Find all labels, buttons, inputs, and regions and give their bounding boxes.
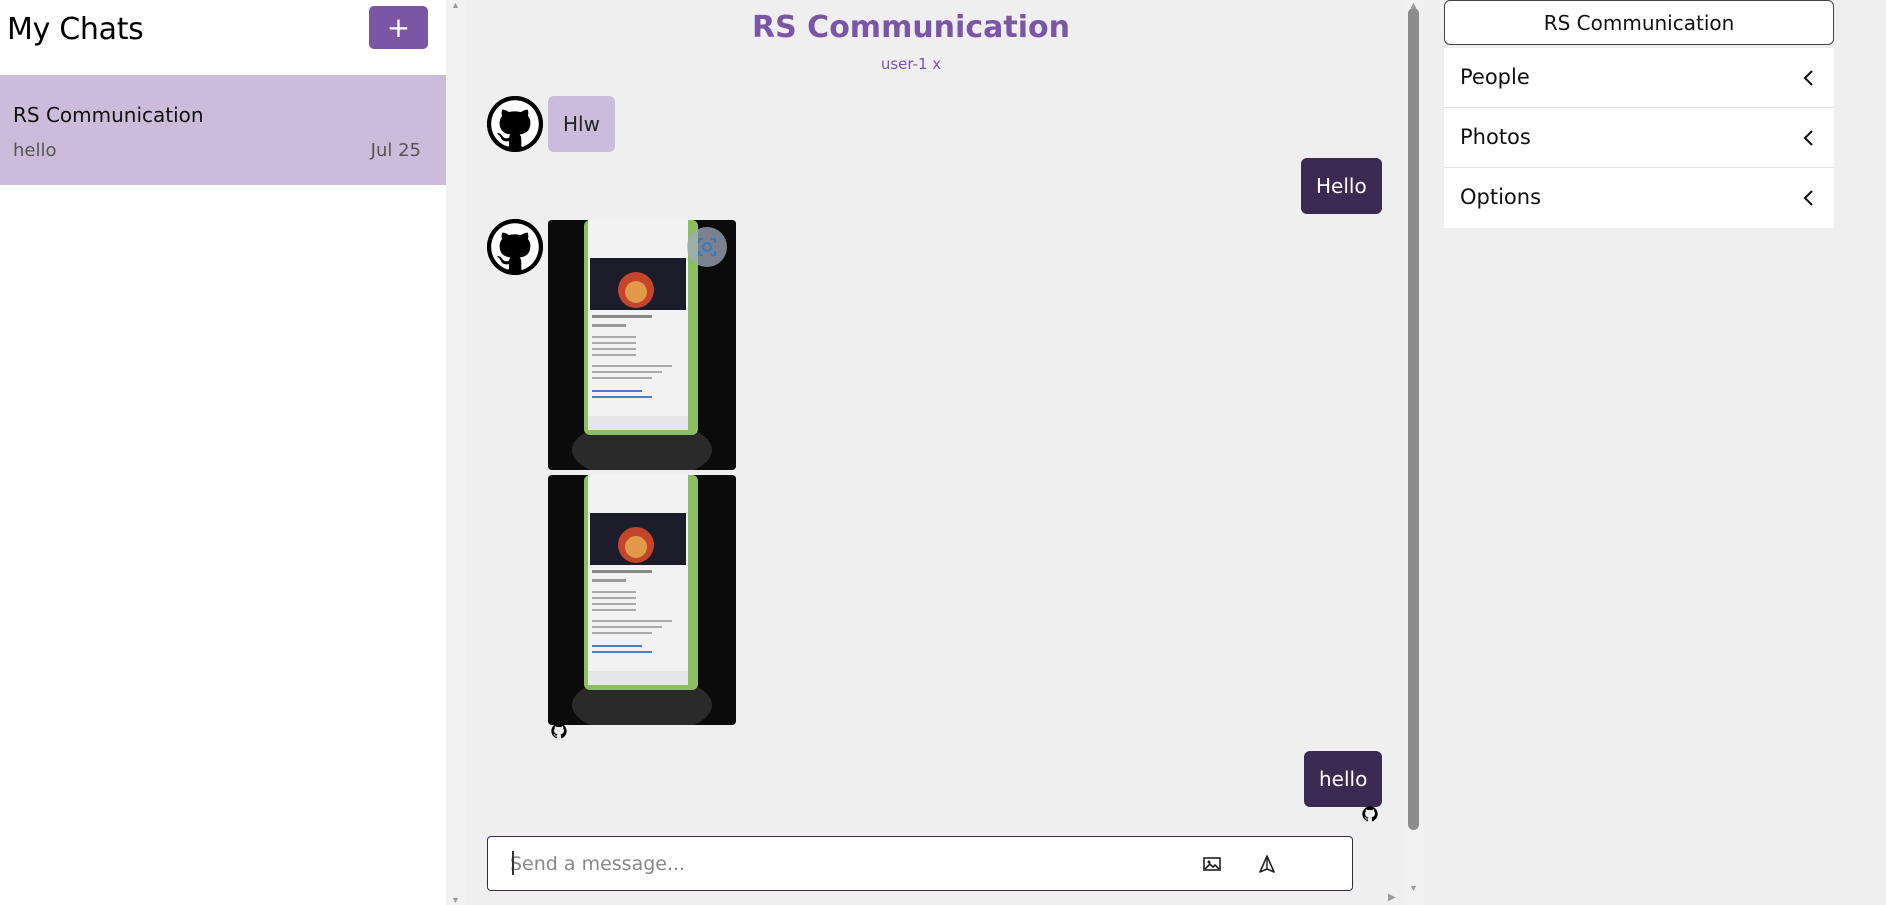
scan-icon[interactable] [687, 227, 727, 267]
chat-item-name: RS Communication [13, 103, 204, 127]
github-icon[interactable] [487, 219, 543, 275]
outgoing-message-bubble: hello [1304, 751, 1383, 807]
sidebar-scrollbar[interactable]: ▲ ▼ [446, 0, 466, 905]
scroll-down-arrow-icon[interactable]: ▼ [451, 895, 460, 905]
chat-title: RS Communication [752, 10, 1070, 45]
section-label: People [1460, 65, 1530, 89]
chat-item-preview: hello [13, 140, 57, 161]
details-title[interactable]: RS Communication [1444, 0, 1834, 45]
scroll-down-arrow-icon[interactable]: ▼ [1409, 883, 1418, 893]
message-image[interactable] [548, 475, 736, 725]
github-icon[interactable] [487, 96, 543, 152]
chevron-left-icon[interactable] [1800, 68, 1818, 88]
chat-list: RS Communication hello Jul 25 [0, 75, 446, 185]
chat-details-panel: RS Communication People Photos Options [1424, 0, 1886, 905]
section-label: Photos [1460, 125, 1531, 149]
outgoing-message-bubble: Hello [1301, 158, 1382, 214]
section-people[interactable]: People [1444, 48, 1834, 108]
chevron-left-icon[interactable] [1800, 128, 1818, 148]
section-photos[interactable]: Photos [1444, 108, 1834, 168]
scroll-right-arrow-icon[interactable]: ▶ [1388, 892, 1396, 903]
chevron-left-icon[interactable] [1800, 188, 1818, 208]
scroll-up-arrow-icon[interactable]: ▲ [451, 0, 460, 10]
section-label: Options [1460, 185, 1542, 209]
send-icon[interactable] [1256, 853, 1278, 875]
chat-sidebar: My Chats + RS Communication hello Jul 25 [0, 0, 446, 905]
message-input[interactable] [510, 849, 1210, 879]
incoming-message-bubble: Hlw [548, 96, 615, 152]
chat-window: RS Communication user-1 x Hlw Hello hell… [466, 0, 1404, 905]
scrollbar-thumb[interactable] [1408, 8, 1419, 830]
sidebar-header: My Chats + [0, 0, 446, 62]
github-icon [1361, 805, 1378, 822]
sidebar-title: My Chats [7, 12, 144, 47]
image-icon[interactable] [1201, 853, 1223, 875]
chat-scrollbar[interactable]: ▲ ▼ [1404, 0, 1424, 905]
text-caret [512, 851, 514, 875]
github-icon [550, 722, 568, 740]
section-options[interactable]: Options [1444, 168, 1834, 228]
chat-item-date: Jul 25 [370, 140, 421, 161]
chat-participants[interactable]: user-1 x [466, 55, 1356, 73]
details-sections: People Photos Options [1444, 48, 1834, 228]
chat-list-item[interactable]: RS Communication hello Jul 25 [0, 75, 446, 185]
message-composer [487, 836, 1353, 891]
new-chat-button[interactable]: + [369, 6, 428, 49]
app: My Chats + RS Communication hello Jul 25… [0, 0, 1886, 905]
